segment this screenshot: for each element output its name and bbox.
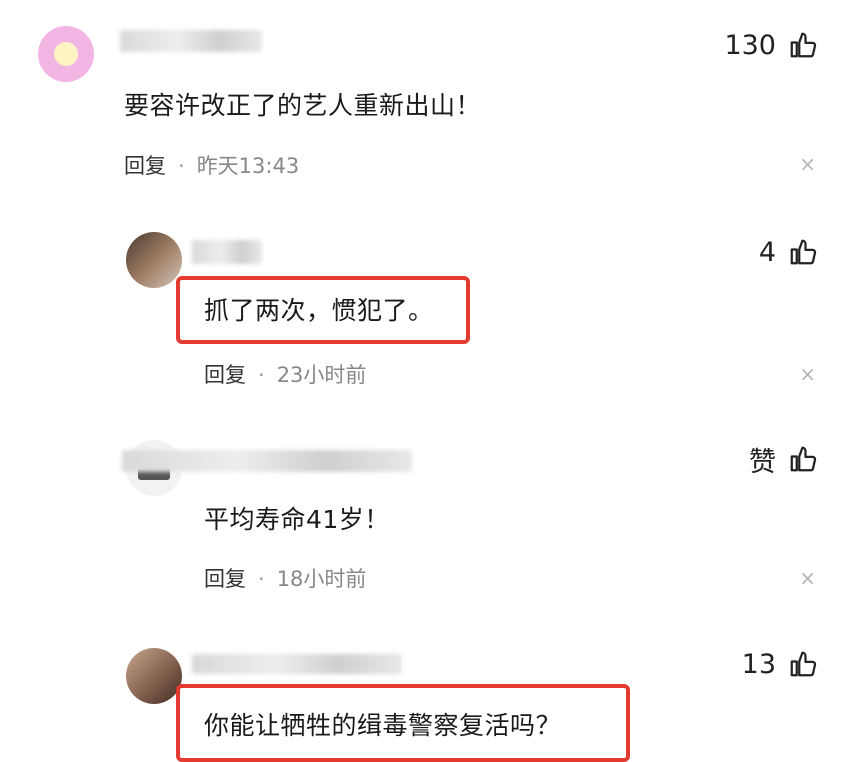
avatar[interactable] — [126, 648, 182, 704]
like-group[interactable]: 13 — [742, 646, 818, 682]
comment-text: 你能让牺牲的缉毒警察复活吗？ — [204, 711, 562, 740]
like-count: 13 — [741, 648, 776, 680]
thumbs-up-icon[interactable] — [788, 649, 818, 679]
username-blurred — [192, 654, 402, 674]
comment-4: 13 你能让牺牲的缉毒警察复活吗？ — [0, 0, 862, 762]
